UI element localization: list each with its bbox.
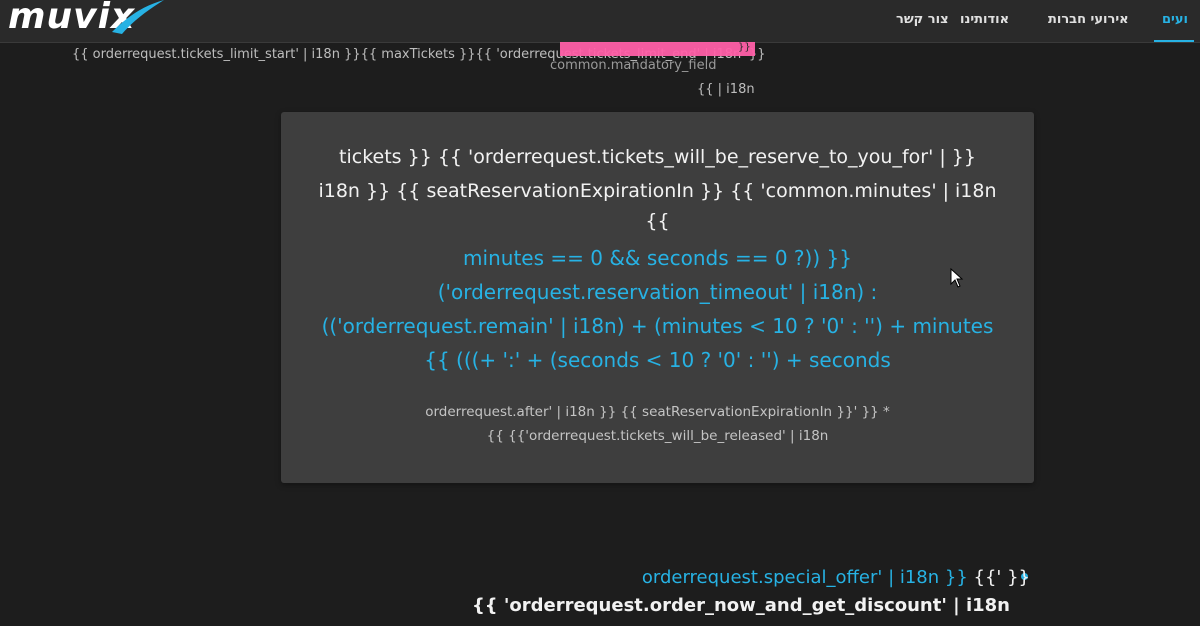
special-offer-item: orderrequest.special_offer' | i18n }} {{… [642,567,1030,588]
i18n-placeholder-text: {{ | i18n [697,82,755,97]
card-countdown-line-3: (('orderrequest.remain' | i18n) + (minut… [321,314,994,338]
pink-overlay-text: }} [738,42,751,53]
pink-highlight-strip [560,42,755,56]
mandatory-field-text: common.mandatory_field [550,58,717,73]
special-offer-text: orderrequest.special_offer' | i18n }} [641,567,974,588]
card-line-3: {{ [645,210,670,232]
special-offer-tail: {{' }} [973,567,1030,588]
card-note-line-1: orderrequest.after' | i18n }} {{ seatRes… [425,404,890,420]
card-countdown-line-2: ('orderrequest.reservation_timeout' | i1… [437,280,878,304]
muvix-logo[interactable]: muvix [8,0,168,38]
nav-corporate-events[interactable]: אירועי חברות [1048,0,1129,40]
reservation-info-card: tickets }} {{ 'orderrequest.tickets_will… [281,112,1034,483]
card-line-1: tickets }} {{ 'orderrequest.tickets_will… [339,146,976,168]
card-line-2: i18n }} {{ seatReservationExpirationIn }… [318,180,997,202]
nav-about[interactable]: אודותינו [960,0,1009,40]
card-note-line-2: {{ {{'orderrequest.tickets_will_be_relea… [486,428,829,444]
nav-contact[interactable]: צור קשר [896,0,949,40]
order-now-discount-text: {{ 'orderrequest.order_now_and_get_disco… [471,595,1010,616]
top-navigation-bar: muvix צור קשר אודותינו אירועי חברות ועים [0,0,1200,43]
card-countdown-line-4: {{ (((+ ':' + (seconds < 10 ? '0' : '') … [424,348,891,372]
logo-swoosh-icon [112,0,164,34]
mouse-cursor-icon [950,268,964,288]
nav-movies-active[interactable]: ועים [1154,0,1194,42]
card-countdown-line-1: minutes == 0 && seconds == 0 ?)) }} [463,246,852,270]
